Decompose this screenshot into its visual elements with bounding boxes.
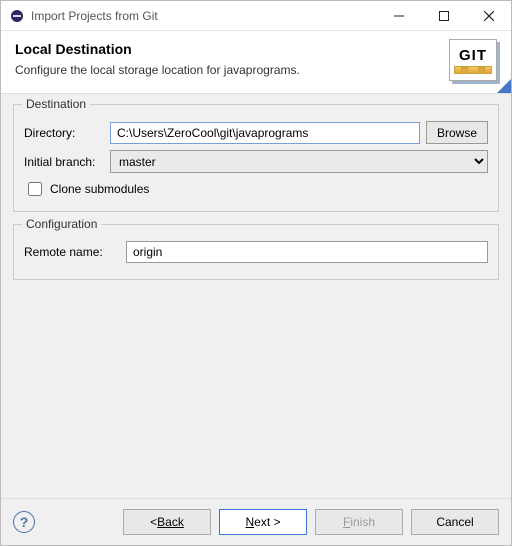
git-logo-text: GIT [459, 47, 487, 64]
page-title: Local Destination [15, 41, 443, 57]
maximize-button[interactable] [421, 1, 466, 31]
configuration-group: Configuration Remote name: [13, 224, 499, 280]
destination-group: Destination Directory: Browse Initial br… [13, 104, 499, 212]
directory-label: Directory: [24, 126, 104, 140]
remote-name-input[interactable] [126, 241, 488, 263]
page-description: Configure the local storage location for… [15, 63, 443, 77]
back-button[interactable]: < Back [123, 509, 211, 535]
help-button[interactable]: ? [13, 511, 35, 533]
destination-legend: Destination [22, 97, 90, 111]
browse-button[interactable]: Browse [426, 121, 488, 144]
initial-branch-select[interactable]: master [110, 150, 488, 173]
window-title: Import Projects from Git [31, 9, 376, 23]
initial-branch-label: Initial branch: [24, 155, 104, 169]
clone-submodules-checkbox[interactable] [28, 182, 42, 196]
git-logo-icon: GIT [449, 39, 497, 81]
cancel-button[interactable]: Cancel [411, 509, 499, 535]
app-icon [9, 8, 25, 24]
window-titlebar: Import Projects from Git [1, 1, 511, 31]
finish-button: Finish [315, 509, 403, 535]
next-button[interactable]: Next > [219, 509, 307, 535]
configuration-legend: Configuration [22, 217, 101, 231]
clone-submodules-label: Clone submodules [50, 182, 149, 196]
close-button[interactable] [466, 1, 511, 31]
wizard-footer: ? < Back Next > Finish Cancel [1, 498, 511, 545]
directory-input[interactable] [110, 122, 420, 144]
wizard-content: Destination Directory: Browse Initial br… [1, 94, 511, 498]
corner-decoration-icon [497, 79, 511, 93]
minimize-button[interactable] [376, 1, 421, 31]
remote-name-label: Remote name: [24, 245, 120, 259]
wizard-header: Local Destination Configure the local st… [1, 31, 511, 94]
